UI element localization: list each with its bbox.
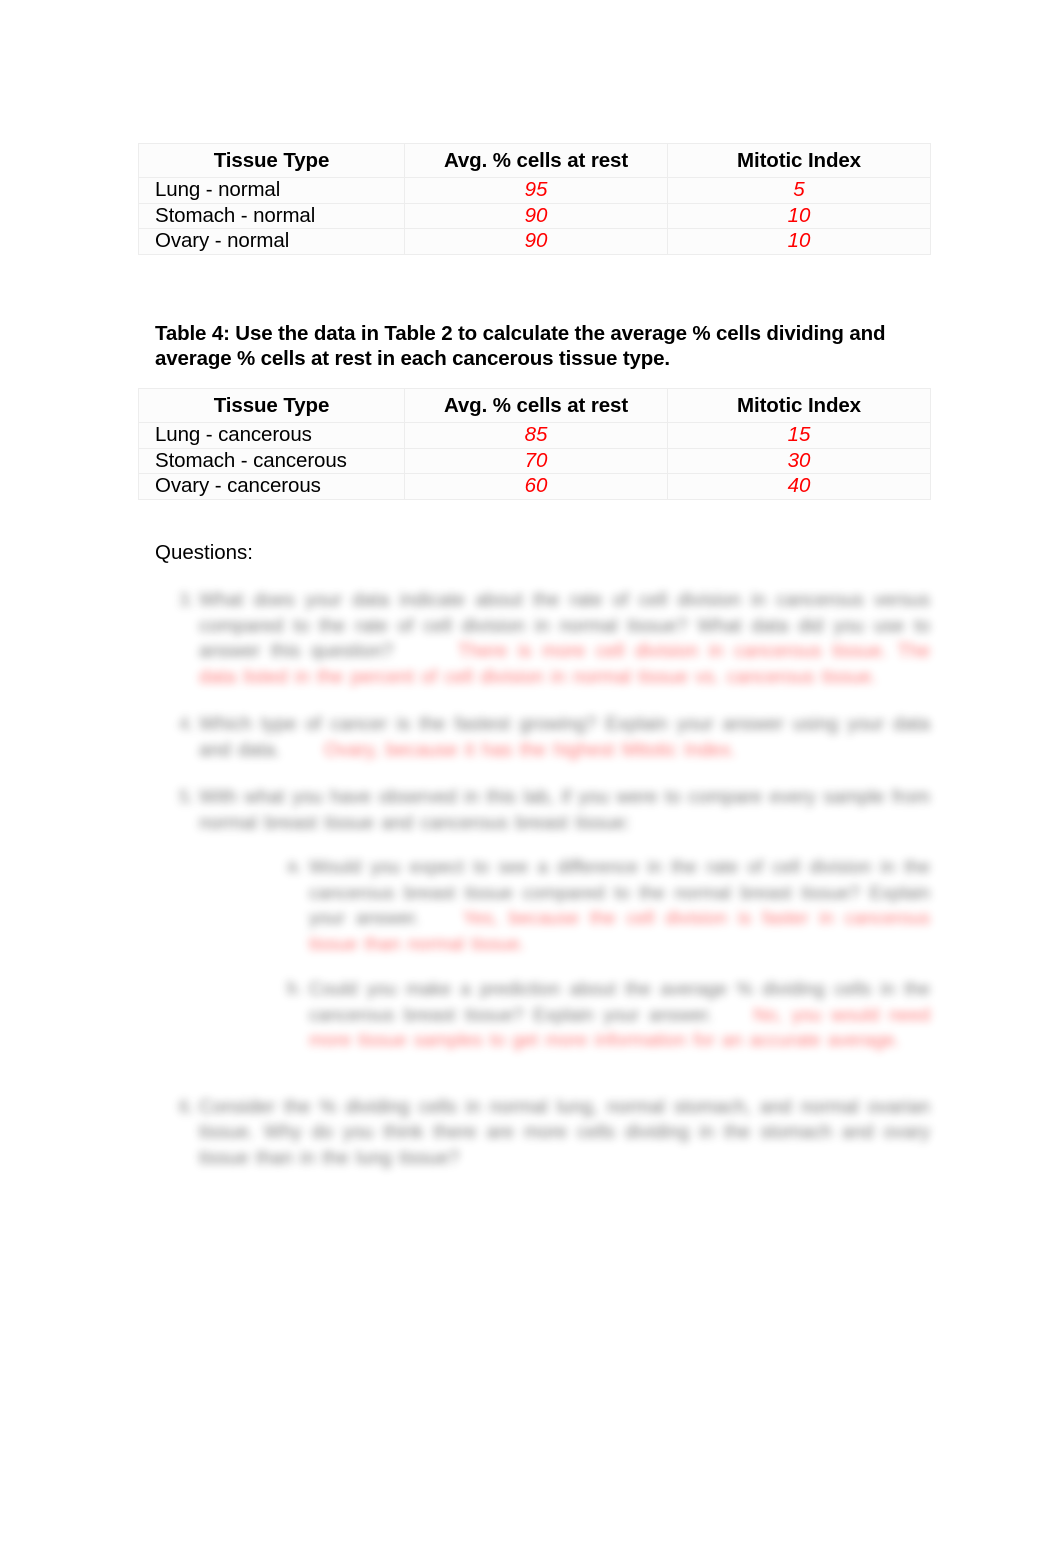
question-text-block: What does your data indicate about the r…: [199, 588, 930, 690]
question-item: 6. Consider the % dividing cells in norm…: [155, 1095, 930, 1172]
column-header-mitotic-index: Mitotic Index: [667, 388, 931, 423]
question-text-block: With what you have observed in this lab,…: [199, 785, 930, 1073]
question-sub-text-block: Could you make a prediction about the av…: [309, 976, 930, 1053]
question-marker: 5.: [179, 787, 195, 807]
answer-blank: [404, 639, 448, 665]
table-cancerous-tissue: Tissue Type Avg. % cells at rest Mitotic…: [138, 388, 931, 500]
cell-avg-cells-at-rest: 95: [404, 177, 668, 204]
question-sub-marker: a.: [287, 856, 303, 876]
questions-section: 3. What does your data indicate about th…: [155, 588, 930, 1193]
question-prompt: Consider the % dividing cells in normal …: [199, 1096, 930, 1169]
question-sub-marker: b.: [287, 978, 303, 998]
cell-tissue-type: Ovary - normal: [138, 228, 405, 255]
question-sub-item: a. Would you expect to see a difference …: [269, 854, 930, 956]
cell-mitotic-index: 10: [667, 228, 931, 255]
cell-avg-cells-at-rest: 85: [404, 422, 668, 449]
answer-blank: [722, 1002, 743, 1028]
column-header-mitotic-index: Mitotic Index: [667, 143, 931, 178]
question-text-block: Which type of cancer is the fastest grow…: [199, 712, 930, 763]
question-text-block: Consider the % dividing cells in normal …: [199, 1095, 930, 1172]
cell-tissue-type: Ovary - cancerous: [138, 473, 405, 500]
question-marker: 6.: [179, 1096, 195, 1117]
column-header-tissue-type: Tissue Type: [138, 143, 405, 178]
answer-text: Ovary, because it has the highest Mitoti…: [323, 739, 736, 761]
question-item: 4. Which type of cancer is the fastest g…: [155, 712, 930, 763]
column-header-avg-cells-at-rest: Avg. % cells at rest: [404, 388, 668, 423]
table-row: Ovary - cancerous 60 40: [138, 473, 931, 500]
cell-mitotic-index: 5: [667, 177, 931, 204]
cell-avg-cells-at-rest: 90: [404, 228, 668, 255]
question-sub-text-block: Would you expect to see a difference in …: [309, 854, 930, 956]
table-normal-tissue: Tissue Type Avg. % cells at rest Mitotic…: [138, 143, 931, 255]
column-header-tissue-type: Tissue Type: [138, 388, 405, 423]
table-row: Stomach - cancerous 70 30: [138, 447, 931, 474]
table-row: Stomach - normal 90 10: [138, 202, 931, 229]
question-marker: 3.: [179, 590, 195, 610]
answer-blank: [431, 905, 452, 931]
table-4-caption: Table 4: Use the data in Table 2 to calc…: [155, 322, 886, 370]
cell-avg-cells-at-rest: 70: [404, 447, 668, 474]
cell-tissue-type: Lung - normal: [138, 177, 405, 204]
question-item: 3. What does your data indicate about th…: [155, 588, 930, 690]
table-header-row: Tissue Type Avg. % cells at rest Mitotic…: [138, 143, 931, 178]
cell-tissue-type: Stomach - normal: [138, 202, 405, 229]
cell-mitotic-index: 15: [667, 422, 931, 449]
cell-avg-cells-at-rest: 90: [404, 202, 668, 229]
answer-blank: [288, 738, 317, 764]
table-header-row: Tissue Type Avg. % cells at rest Mitotic…: [138, 388, 931, 423]
table-row: Lung - cancerous 85 15: [138, 422, 931, 449]
cell-tissue-type: Lung - cancerous: [138, 422, 405, 449]
question-marker: 4.: [179, 714, 195, 734]
document-page: Tissue Type Avg. % cells at rest Mitotic…: [0, 0, 1062, 1556]
question-sub-item: b. Could you make a prediction about the…: [269, 976, 930, 1053]
cell-avg-cells-at-rest: 60: [404, 473, 668, 500]
table-row: Ovary - normal 90 10: [138, 228, 931, 255]
cell-mitotic-index: 10: [667, 202, 931, 229]
cell-mitotic-index: 40: [667, 473, 931, 500]
question-item: 5. With what you have observed in this l…: [155, 785, 930, 1073]
questions-heading: Questions:: [155, 541, 253, 564]
question-prompt: With what you have observed in this lab,…: [199, 787, 930, 834]
column-header-avg-cells-at-rest: Avg. % cells at rest: [404, 143, 668, 178]
question-sub-list: a. Would you expect to see a difference …: [269, 854, 930, 1053]
cell-mitotic-index: 30: [667, 447, 931, 474]
table-row: Lung - normal 95 5: [138, 177, 931, 204]
cell-tissue-type: Stomach - cancerous: [138, 447, 405, 474]
